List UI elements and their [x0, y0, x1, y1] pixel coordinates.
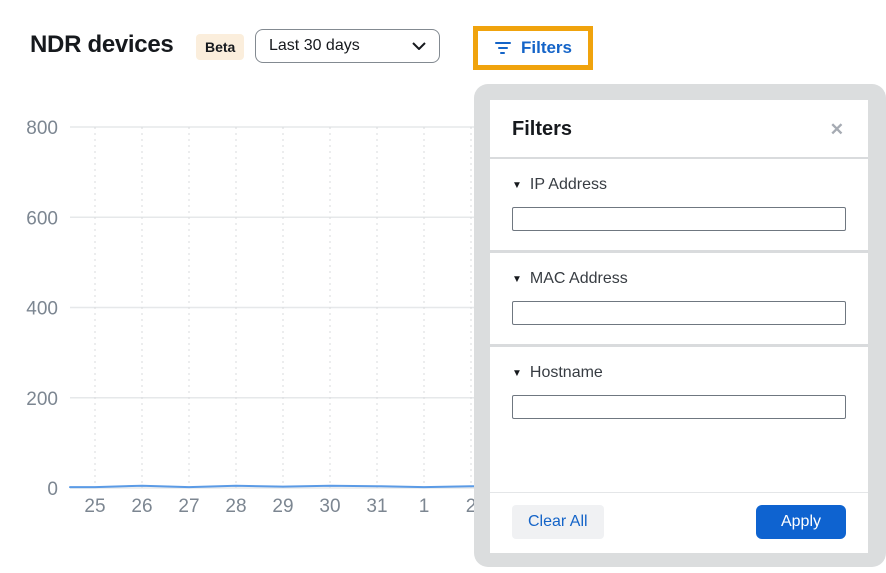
filter-section-label: IP Address [530, 176, 607, 194]
collapse-triangle-icon: ▼ [512, 274, 522, 285]
filter-section: ▼ IP Address [490, 159, 868, 253]
close-icon[interactable]: ✕ [828, 119, 846, 140]
filter-section-header[interactable]: ▼ Hostname [512, 364, 846, 382]
x-axis-label: 29 [272, 496, 293, 517]
x-axis-label: 1 [419, 496, 430, 517]
time-range-select[interactable]: Last 30 days [255, 29, 440, 63]
x-axis-label: 27 [178, 496, 199, 517]
x-axis-label: 30 [319, 496, 340, 517]
filter-section: ▼ MAC Address [490, 253, 868, 347]
collapse-triangle-icon: ▼ [512, 180, 522, 191]
apply-button[interactable]: Apply [756, 505, 846, 539]
y-axis-label: 600 [26, 208, 58, 229]
filter-section-header[interactable]: ▼ IP Address [512, 176, 846, 194]
filters-button-highlight-box: Filters [473, 26, 593, 70]
clear-all-button[interactable]: Clear All [512, 505, 604, 539]
page-title: NDR devices [30, 31, 173, 59]
beta-badge: Beta [196, 34, 244, 60]
collapse-triangle-icon: ▼ [512, 368, 522, 379]
y-axis-label: 400 [26, 299, 58, 320]
filters-button[interactable]: Filters [478, 31, 588, 65]
y-axis-label: 0 [47, 479, 58, 500]
filter-section-input[interactable] [512, 207, 846, 231]
filter-section: ▼ Hostname [490, 347, 868, 438]
chevron-down-icon [412, 42, 426, 50]
filter-section-input[interactable] [512, 395, 846, 419]
filter-section-label: MAC Address [530, 270, 628, 288]
panel-spacer [490, 438, 868, 492]
filters-panel-overlay: Filters ✕ ▼ IP Address ▼ MAC Address ▼ H… [474, 84, 886, 567]
x-axis-label: 25 [84, 496, 105, 517]
filters-panel-footer: Clear All Apply [490, 492, 868, 553]
filter-section-label: Hostname [530, 364, 603, 382]
x-axis-label: 28 [225, 496, 246, 517]
filter-section-header[interactable]: ▼ MAC Address [512, 270, 846, 288]
filter-section-input[interactable] [512, 301, 846, 325]
y-axis-label: 200 [26, 389, 58, 410]
filters-button-label: Filters [521, 38, 572, 58]
x-axis-label: 31 [366, 496, 387, 517]
filter-sections: ▼ IP Address ▼ MAC Address ▼ Hostname [490, 159, 868, 438]
ndr-devices-page: NDR devices Beta Last 30 days 800 600 400 2… [0, 0, 886, 573]
y-axis-label: 800 [26, 118, 58, 139]
time-range-value: Last 30 days [269, 37, 360, 55]
filters-panel-header: Filters ✕ [490, 100, 868, 159]
filter-funnel-icon [494, 42, 512, 54]
filters-panel: Filters ✕ ▼ IP Address ▼ MAC Address ▼ H… [490, 100, 868, 553]
filters-panel-title: Filters [512, 118, 572, 141]
x-axis-label: 26 [131, 496, 152, 517]
